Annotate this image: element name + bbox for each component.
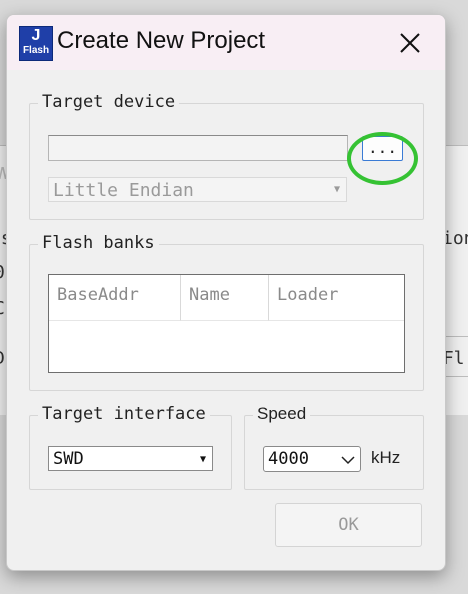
endian-select: Little Endian ▼ <box>48 177 347 202</box>
close-button[interactable] <box>387 21 433 65</box>
target-interface-select[interactable]: SWD ▼ <box>48 446 213 471</box>
flash-banks-table[interactable]: BaseAddr Name Loader <box>48 274 405 373</box>
speed-value: 4000 <box>268 449 309 469</box>
dialog-title: Create New Project <box>57 27 266 54</box>
column-header-baseaddr[interactable]: BaseAddr <box>49 275 181 321</box>
chevron-down-icon <box>341 456 355 465</box>
create-project-dialog: J Flash Create New Project Target device… <box>6 14 446 571</box>
title-bar: J Flash Create New Project <box>7 15 445 70</box>
speed-select[interactable]: 4000 <box>263 446 361 472</box>
browse-device-button[interactable]: ... <box>362 136 403 161</box>
background-text: 0 <box>0 262 5 283</box>
flash-banks-legend: Flash banks <box>38 233 159 253</box>
target-interface-value: SWD <box>53 449 84 469</box>
column-header-loader[interactable]: Loader <box>269 275 404 321</box>
target-device-legend: Target device <box>38 92 180 112</box>
target-device-group: Target device <box>29 92 424 220</box>
speed-unit: kHz <box>371 448 401 467</box>
background-text: D <box>0 348 5 369</box>
dropdown-arrow-icon: ▼ <box>333 184 340 195</box>
target-device-input[interactable] <box>48 135 348 161</box>
column-header-name[interactable]: Name <box>181 275 269 321</box>
close-icon <box>400 33 420 53</box>
jflash-app-icon: J Flash <box>19 26 53 61</box>
endian-value: Little Endian <box>53 180 194 201</box>
speed-legend: Speed <box>253 404 311 424</box>
ok-button[interactable]: OK <box>275 503 422 547</box>
target-interface-legend: Target interface <box>38 404 210 424</box>
background-text: C <box>0 298 5 319</box>
dropdown-arrow-icon: ▼ <box>199 454 206 465</box>
app-icon-letter: J <box>31 27 41 44</box>
app-icon-label: Flash <box>22 45 50 56</box>
